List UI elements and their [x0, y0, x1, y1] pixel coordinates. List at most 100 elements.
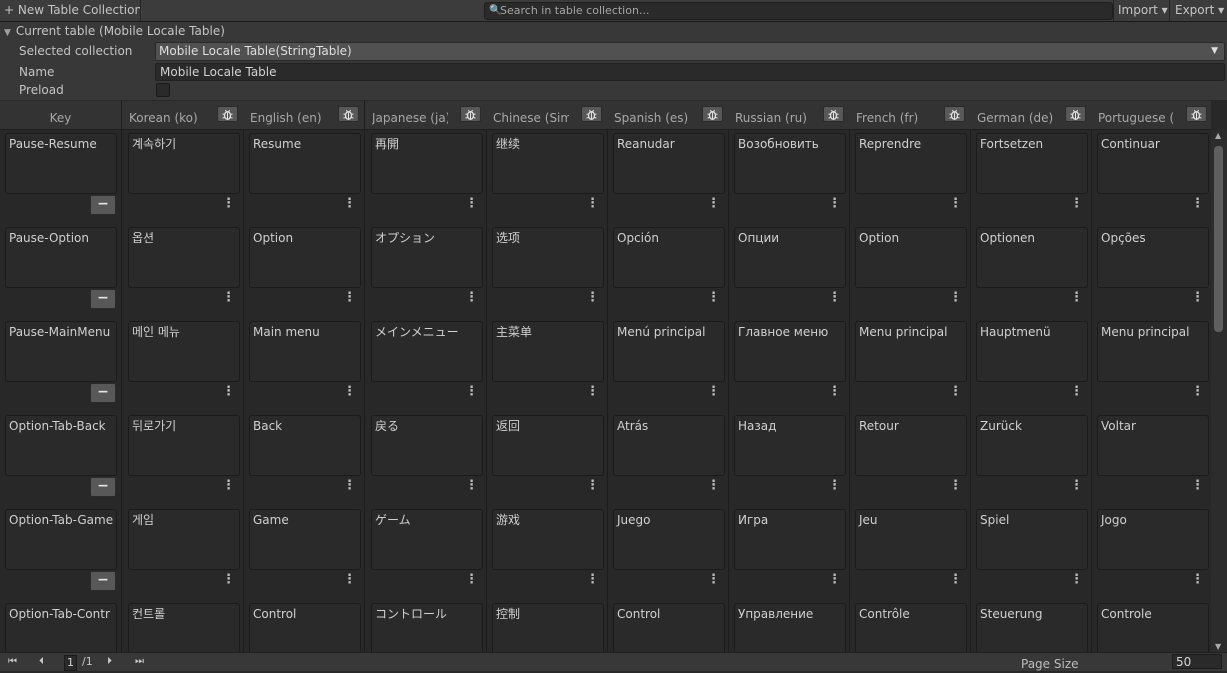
more-options-icon[interactable]: ⋮ — [949, 573, 962, 587]
key-cell[interactable]: Pause-MainMenu — [5, 321, 117, 382]
translation-cell[interactable]: Spiel — [976, 509, 1088, 570]
translation-cell[interactable]: 게임 — [128, 509, 240, 570]
more-options-icon[interactable]: ⋮ — [465, 385, 478, 399]
translation-cell[interactable]: 옵션 — [128, 227, 240, 288]
translation-cell[interactable]: Opções — [1097, 227, 1209, 288]
translation-cell[interactable]: Hauptmenü — [976, 321, 1088, 382]
current-table-foldout[interactable]: ▼ Current table (Mobile Locale Table) — [4, 23, 225, 39]
remove-entry-button[interactable]: − — [90, 477, 116, 497]
key-cell[interactable]: Pause-Option — [5, 227, 117, 288]
selected-collection-dropdown[interactable]: Mobile Locale Table(StringTable) ▼ — [155, 42, 1225, 61]
translation-cell[interactable]: Game — [249, 509, 361, 570]
translation-cell[interactable]: Menú principal — [613, 321, 725, 382]
translation-cell[interactable]: 再開 — [371, 133, 483, 194]
more-options-icon[interactable]: ⋮ — [949, 479, 962, 493]
more-options-icon[interactable]: ⋮ — [222, 573, 235, 587]
more-options-icon[interactable]: ⋮ — [222, 385, 235, 399]
bug-icon[interactable] — [702, 106, 723, 122]
locale-column-header[interactable]: Chinese (Simp — [486, 101, 607, 130]
more-options-icon[interactable]: ⋮ — [707, 573, 720, 587]
translation-cell[interactable]: オプション — [371, 227, 483, 288]
more-options-icon[interactable]: ⋮ — [1070, 291, 1083, 305]
translation-cell[interactable]: Controle — [1097, 603, 1209, 652]
translation-cell[interactable]: Voltar — [1097, 415, 1209, 476]
locale-column-header[interactable]: Spanish (es) — [607, 101, 728, 130]
translation-cell[interactable]: コントロール — [371, 603, 483, 652]
locale-column-header[interactable]: French (fr) — [849, 101, 970, 130]
translation-cell[interactable]: Назад — [734, 415, 846, 476]
translation-cell[interactable]: 控制 — [492, 603, 604, 652]
bug-icon[interactable] — [338, 106, 359, 122]
translation-cell[interactable]: Optionen — [976, 227, 1088, 288]
translation-cell[interactable]: Juego — [613, 509, 725, 570]
remove-entry-button[interactable]: − — [90, 195, 116, 215]
translation-cell[interactable]: Главное меню — [734, 321, 846, 382]
locale-column-header[interactable]: English (en) — [243, 101, 364, 130]
more-options-icon[interactable]: ⋮ — [707, 479, 720, 493]
more-options-icon[interactable]: ⋮ — [707, 197, 720, 211]
remove-entry-button[interactable]: − — [90, 383, 116, 403]
more-options-icon[interactable]: ⋮ — [343, 197, 356, 211]
translation-cell[interactable]: Zurück — [976, 415, 1088, 476]
more-options-icon[interactable]: ⋮ — [707, 291, 720, 305]
more-options-icon[interactable]: ⋮ — [1191, 479, 1204, 493]
key-cell[interactable]: Option-Tab-Contr — [5, 603, 117, 652]
bug-icon[interactable] — [823, 106, 844, 122]
locale-column-header[interactable]: German (de) — [970, 101, 1091, 130]
new-table-collection-button[interactable]: + New Table Collection — [4, 0, 142, 21]
scrollbar-thumb[interactable] — [1214, 146, 1223, 332]
more-options-icon[interactable]: ⋮ — [828, 573, 841, 587]
translation-cell[interactable]: Opción — [613, 227, 725, 288]
translation-cell[interactable]: Управление — [734, 603, 846, 652]
translation-cell[interactable]: 메인 메뉴 — [128, 321, 240, 382]
more-options-icon[interactable]: ⋮ — [1191, 197, 1204, 211]
more-options-icon[interactable]: ⋮ — [828, 291, 841, 305]
page-size-field[interactable]: 50 — [1172, 654, 1222, 669]
translation-cell[interactable]: 컨트롤 — [128, 603, 240, 652]
translation-cell[interactable]: Option — [249, 227, 361, 288]
translation-cell[interactable]: 选项 — [492, 227, 604, 288]
translation-cell[interactable]: Resume — [249, 133, 361, 194]
translation-cell[interactable]: Main menu — [249, 321, 361, 382]
more-options-icon[interactable]: ⋮ — [1191, 291, 1204, 305]
more-options-icon[interactable]: ⋮ — [1070, 197, 1083, 211]
search-input[interactable]: 🔍 Search in table collection... — [484, 2, 1113, 20]
translation-cell[interactable]: 뒤로가기 — [128, 415, 240, 476]
translation-cell[interactable]: Atrás — [613, 415, 725, 476]
preload-checkbox[interactable] — [156, 83, 170, 97]
translation-cell[interactable]: 主菜单 — [492, 321, 604, 382]
translation-cell[interactable]: Jogo — [1097, 509, 1209, 570]
translation-cell[interactable]: Fortsetzen — [976, 133, 1088, 194]
more-options-icon[interactable]: ⋮ — [343, 291, 356, 305]
first-page-icon[interactable]: ⏮ — [8, 653, 17, 671]
translation-cell[interactable]: 游戏 — [492, 509, 604, 570]
translation-cell[interactable]: 返回 — [492, 415, 604, 476]
more-options-icon[interactable]: ⋮ — [222, 479, 235, 493]
translation-cell[interactable]: Reanudar — [613, 133, 725, 194]
more-options-icon[interactable]: ⋮ — [343, 479, 356, 493]
translation-cell[interactable]: Back — [249, 415, 361, 476]
translation-cell[interactable]: Continuar — [1097, 133, 1209, 194]
key-cell[interactable]: Option-Tab-Game — [5, 509, 117, 570]
more-options-icon[interactable]: ⋮ — [586, 197, 599, 211]
more-options-icon[interactable]: ⋮ — [707, 385, 720, 399]
translation-cell[interactable]: Reprendre — [855, 133, 967, 194]
vertical-scrollbar[interactable]: ▲ ▼ — [1211, 130, 1227, 652]
translation-cell[interactable]: メインメニュー — [371, 321, 483, 382]
translation-cell[interactable]: Menu principal — [1097, 321, 1209, 382]
remove-entry-button[interactable]: − — [90, 571, 116, 591]
translation-cell[interactable]: 戻る — [371, 415, 483, 476]
bug-icon[interactable] — [1065, 106, 1086, 122]
translation-cell[interactable]: Contrôle — [855, 603, 967, 652]
more-options-icon[interactable]: ⋮ — [1070, 573, 1083, 587]
name-field[interactable]: Mobile Locale Table — [155, 63, 1225, 81]
locale-column-header[interactable]: Japanese (ja) — [365, 101, 486, 130]
translation-cell[interactable]: Control — [249, 603, 361, 652]
more-options-icon[interactable]: ⋮ — [1070, 385, 1083, 399]
more-options-icon[interactable]: ⋮ — [222, 197, 235, 211]
translation-cell[interactable]: Menu principal — [855, 321, 967, 382]
key-cell[interactable]: Option-Tab-Back — [5, 415, 117, 476]
more-options-icon[interactable]: ⋮ — [828, 385, 841, 399]
more-options-icon[interactable]: ⋮ — [1070, 479, 1083, 493]
more-options-icon[interactable]: ⋮ — [586, 291, 599, 305]
